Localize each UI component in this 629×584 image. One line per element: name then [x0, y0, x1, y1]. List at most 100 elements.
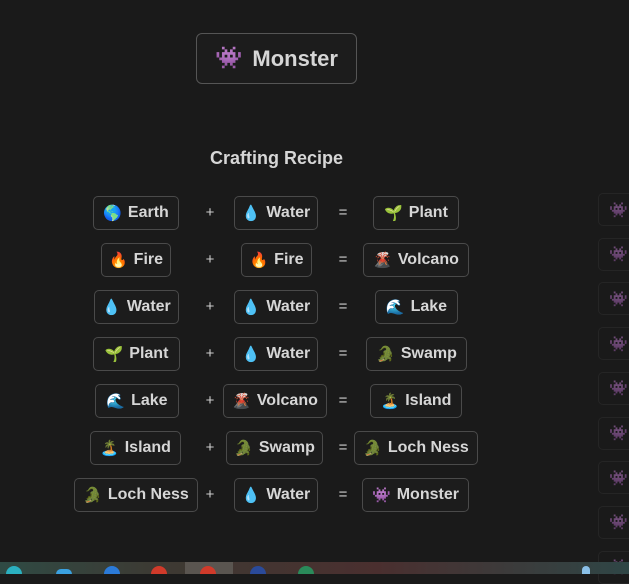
monster-icon: 👾: [609, 200, 628, 219]
element-label: Water: [266, 298, 311, 315]
element-icon: 🔥: [249, 251, 269, 269]
ingredient-b-tile[interactable]: 💧 Water: [234, 196, 318, 230]
element-label: Loch Ness: [107, 486, 189, 503]
element-label: Water: [126, 298, 171, 315]
recipe-result-tile[interactable]: 👾 Monster: [362, 478, 469, 512]
element-label: Water: [266, 486, 311, 503]
recipe-result-tile[interactable]: 🌱 Plant: [373, 196, 459, 230]
element-label: Fire: [133, 251, 164, 268]
ingredient-a-tile[interactable]: 🏝️ Island: [90, 431, 181, 465]
element-label: Lake: [131, 392, 168, 409]
monster-icon: 👾: [609, 424, 628, 442]
sidebar-element-tile[interactable]: 👾: [598, 237, 629, 271]
element-label: Water: [266, 345, 311, 362]
equals-sign: =: [338, 392, 348, 409]
ingredient-b-tile[interactable]: 🌋 Volcano: [223, 384, 327, 418]
ingredient-b-tile[interactable]: 💧 Water: [234, 290, 318, 324]
element-label: Volcano: [397, 251, 459, 268]
element-icon: 💧: [102, 298, 121, 316]
equals-sign: =: [338, 439, 348, 456]
element-icon: 🌎: [103, 204, 122, 222]
tray-icon[interactable]: [582, 566, 590, 574]
element-icon: 🌋: [232, 392, 251, 410]
ingredient-a-tile[interactable]: 🐊 Loch Ness: [74, 478, 198, 512]
plus-sign: +: [205, 392, 215, 409]
element-icon: 🏝️: [380, 392, 400, 410]
element-icon: 👾: [372, 486, 391, 504]
plus-sign: +: [205, 298, 215, 315]
sidebar-element-tile[interactable]: 👾: [598, 371, 629, 405]
equals-sign: =: [338, 486, 348, 503]
monster-icon: 👾: [215, 46, 243, 71]
plus-sign: +: [205, 486, 215, 503]
element-icon: 🐊: [83, 486, 102, 504]
monster-icon: 👾: [609, 289, 628, 308]
recipe-result-tile[interactable]: 🐊 Loch Ness: [354, 431, 478, 465]
element-label: Monster: [396, 486, 459, 503]
plus-sign: +: [205, 204, 215, 221]
monster-icon: 👾: [609, 379, 628, 398]
sidebar-element-tile[interactable]: 👾: [598, 416, 629, 450]
element-icon: 💧: [241, 486, 261, 504]
element-label: Earth: [127, 204, 169, 221]
element-label: Volcano: [256, 392, 318, 409]
element-label: Plant: [408, 204, 448, 221]
ingredient-a-tile[interactable]: 🌊 Lake: [95, 384, 179, 418]
recipe-result-tile[interactable]: 🐊 Swamp: [366, 337, 467, 371]
element-icon: 💧: [241, 298, 261, 316]
element-label: Loch Ness: [387, 439, 469, 456]
element-icon: 🌊: [385, 298, 405, 316]
element-label: Island: [405, 392, 452, 409]
element-icon: 🏝️: [100, 439, 119, 457]
ingredient-b-tile[interactable]: 🔥 Fire: [241, 243, 312, 277]
crafting-recipe-heading: Crafting Recipe: [209, 148, 344, 168]
ingredient-b-tile[interactable]: 🐊 Swamp: [226, 431, 323, 465]
ingredient-b-tile[interactable]: 💧 Water: [234, 478, 318, 512]
recipe-result-tile[interactable]: 🏝️ Island: [370, 384, 462, 418]
equals-sign: =: [338, 204, 348, 221]
equals-sign: =: [338, 345, 348, 362]
sidebar-element-tile[interactable]: 👾: [598, 282, 629, 316]
element-label: Water: [266, 204, 311, 221]
element-icon: 🐊: [234, 439, 253, 457]
element-icon: 🐊: [363, 439, 382, 457]
monster-icon: 👾: [609, 513, 628, 532]
taskbar-app-icon[interactable]: [56, 569, 72, 574]
recipe-result-tile[interactable]: 🌋 Volcano: [363, 243, 469, 277]
element-icon: 💧: [241, 345, 261, 363]
equals-sign: =: [338, 251, 348, 268]
result-label: Monster: [252, 45, 338, 71]
equals-sign: =: [338, 298, 348, 315]
element-label: Plant: [129, 345, 169, 362]
monster-icon: 👾: [609, 468, 628, 487]
ingredient-a-tile[interactable]: 🌎 Earth: [93, 196, 179, 230]
ingredient-a-tile[interactable]: 🔥 Fire: [101, 243, 171, 277]
sidebar-element-tile[interactable]: 👾: [598, 327, 629, 361]
monster-icon: 👾: [609, 245, 628, 264]
taskbar: [0, 562, 629, 574]
element-label: Lake: [410, 298, 448, 315]
sidebar-element-tile[interactable]: 👾: [598, 193, 629, 226]
element-icon: 🌋: [373, 251, 392, 269]
ingredient-a-tile[interactable]: 🌱 Plant: [93, 337, 180, 371]
plus-sign: +: [205, 251, 215, 268]
element-icon: 🌱: [104, 345, 124, 363]
element-icon: 🔥: [108, 251, 128, 269]
element-label: Swamp: [400, 345, 457, 362]
element-label: Swamp: [258, 439, 315, 456]
recipe-result-tile[interactable]: 🌊 Lake: [375, 290, 458, 324]
ingredient-b-tile[interactable]: 💧 Water: [234, 337, 318, 371]
element-icon: 🐊: [376, 345, 395, 363]
ingredient-a-tile[interactable]: 💧 Water: [94, 290, 179, 324]
element-icon: 🌊: [106, 392, 126, 410]
sidebar-element-tile[interactable]: 👾: [598, 461, 629, 495]
element-label: Island: [124, 439, 171, 456]
element-icon: 🌱: [384, 204, 403, 222]
result-element-tile[interactable]: 👾 Monster: [196, 33, 357, 84]
element-icon: 💧: [241, 204, 261, 222]
element-label: Fire: [274, 251, 304, 268]
plus-sign: +: [205, 439, 215, 456]
plus-sign: +: [205, 345, 215, 362]
monster-icon: 👾: [609, 334, 628, 353]
sidebar-element-tile[interactable]: 👾: [598, 505, 629, 539]
